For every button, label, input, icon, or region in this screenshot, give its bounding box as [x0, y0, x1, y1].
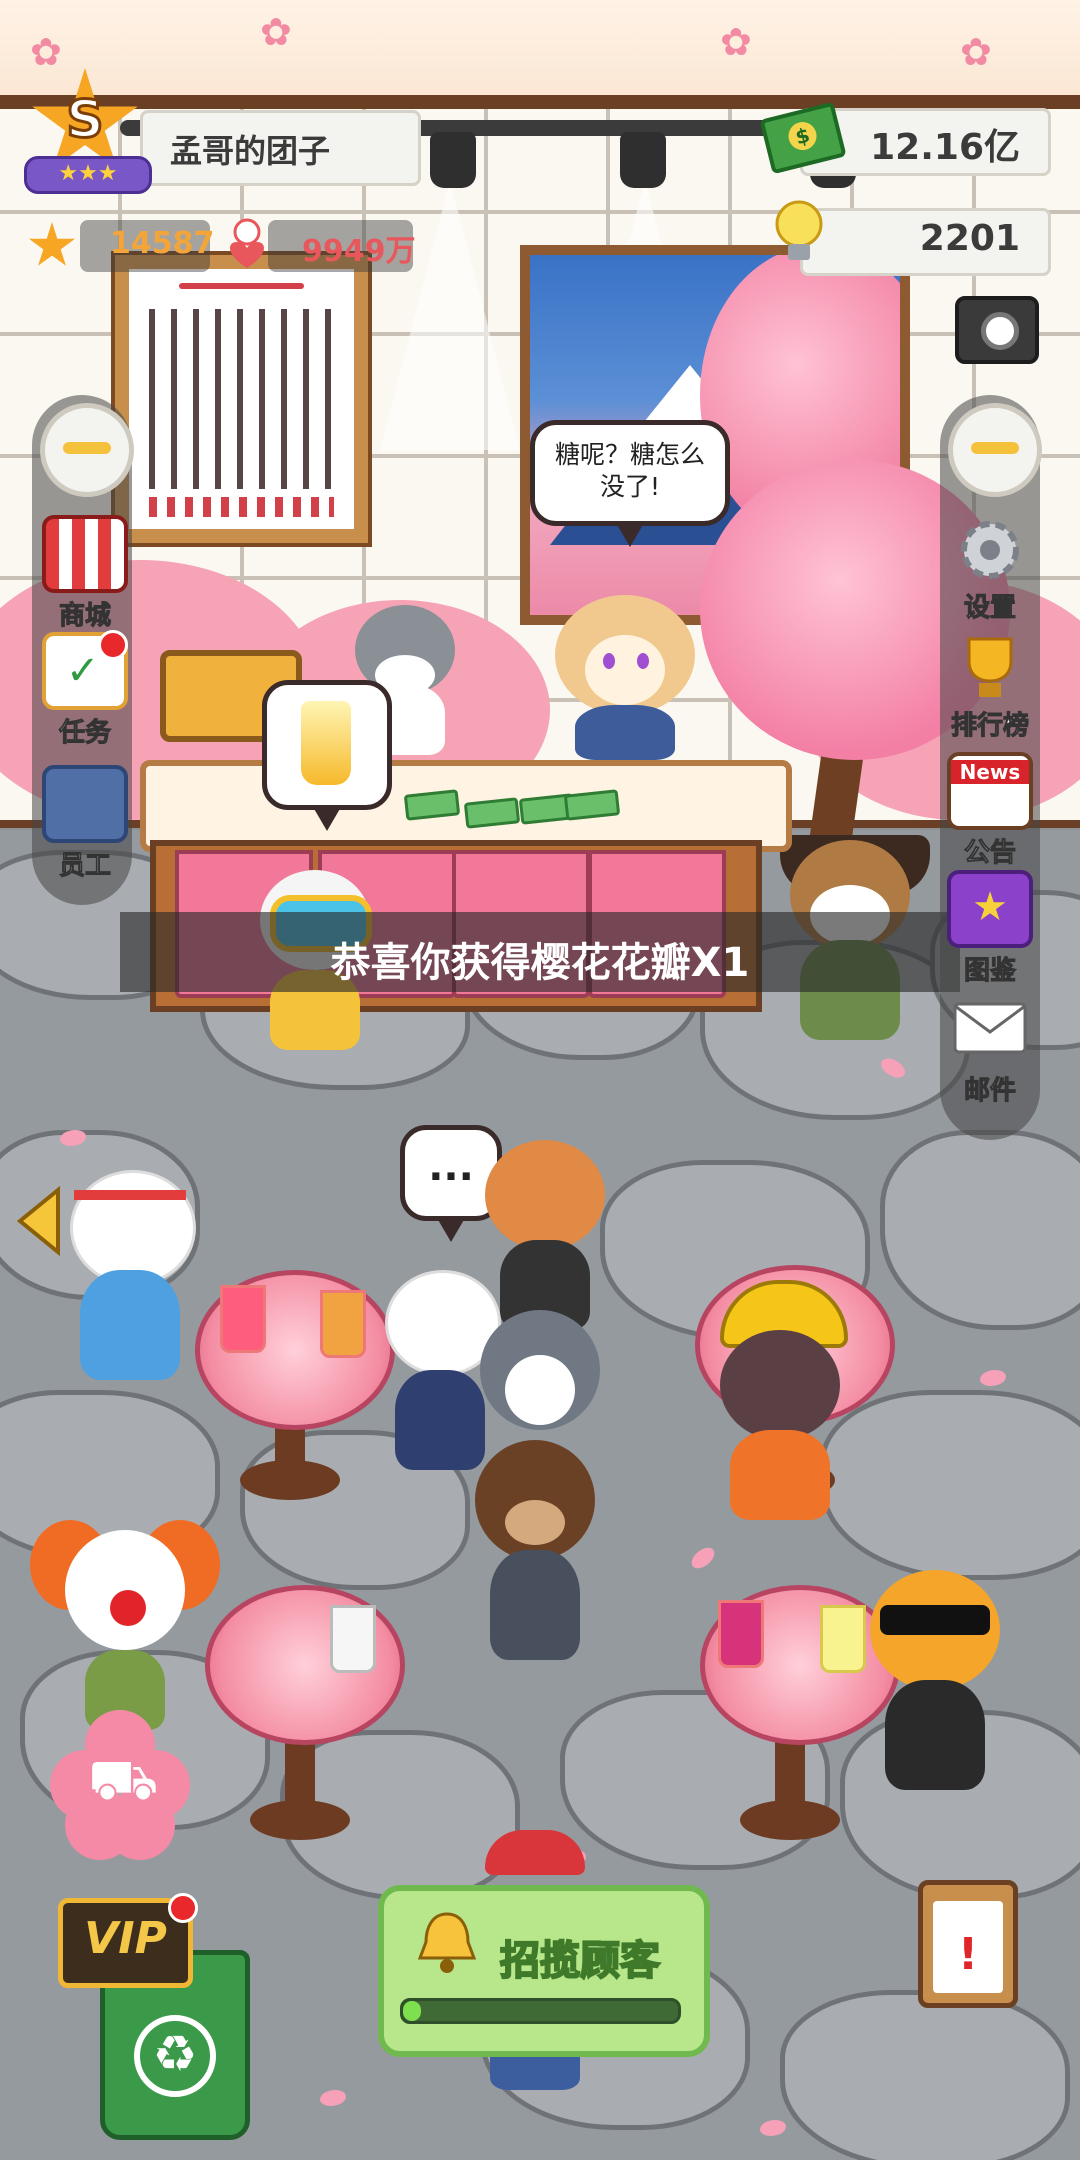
- customer-brown-bear[interactable]: [470, 1440, 600, 1670]
- menu-settings-label: 设置: [963, 593, 1016, 624]
- chef-shihtzu: [545, 595, 705, 760]
- right-collapse-button[interactable]: [948, 403, 1042, 497]
- menu-shop-label: 商城: [58, 601, 111, 632]
- album-icon: ★: [947, 870, 1033, 948]
- left-collapse-button[interactable]: [40, 403, 134, 497]
- trophy-icon: [951, 633, 1029, 703]
- gear-icon: [951, 515, 1029, 585]
- menu-settings[interactable]: 设置: [935, 515, 1045, 624]
- calligraphy-scroll: [115, 255, 368, 543]
- menu-notice[interactable]: News 公告: [935, 752, 1045, 869]
- news-icon-text: News: [951, 760, 1029, 784]
- customer-cheetah[interactable]: [860, 1570, 1010, 1810]
- berry-drink: [718, 1600, 764, 1668]
- menu-notice-label: 公告: [963, 838, 1016, 869]
- arrow-left-icon[interactable]: [14, 1185, 64, 1257]
- chef-speech-text: 糖呢？糖怎么没了!: [554, 440, 705, 501]
- cart-icon[interactable]: ⛟: [50, 1710, 190, 1860]
- order-bubble: [262, 680, 392, 831]
- vip-badge: [168, 1893, 198, 1923]
- menu-tasks-label: 任务: [58, 718, 111, 749]
- berry-drink: [220, 1285, 266, 1353]
- milk-drink: [330, 1605, 376, 1673]
- customer-clown[interactable]: [30, 1520, 220, 1740]
- rank-letter: S: [65, 89, 105, 152]
- blossom-icon: ✿: [720, 20, 752, 64]
- fans-heart-icon: [222, 218, 272, 272]
- menu-mail-label: 邮件: [963, 1076, 1016, 1107]
- vip-button[interactable]: VIP: [58, 1893, 198, 1988]
- ideas-value: 2201: [919, 218, 1020, 259]
- stars-value: 14587: [110, 226, 215, 261]
- lightbulb-icon: [770, 198, 828, 268]
- table-base: [250, 1800, 350, 1840]
- camera-icon[interactable]: [955, 296, 1039, 364]
- menu-staff-label: 员工: [58, 851, 111, 882]
- spotlight: [620, 132, 666, 188]
- cash-value: 12.16亿: [870, 127, 1020, 168]
- shop-rank-badge[interactable]: S ★★★: [24, 68, 152, 194]
- reward-toast-text: 恭喜你获得樱花花瓣X1: [330, 940, 750, 986]
- menu-tasks[interactable]: ✓ 任务: [30, 630, 140, 749]
- news-icon: News: [947, 752, 1033, 830]
- staff-vest-icon: [42, 765, 128, 843]
- customer-husky[interactable]: [470, 1310, 610, 1460]
- rank-stars-ribbon: ★★★: [24, 156, 152, 194]
- orange-drink: [320, 1290, 366, 1358]
- customer-polar-bear[interactable]: [60, 1170, 200, 1390]
- spotlight: [430, 132, 476, 188]
- clipboard-alert-icon[interactable]: !: [918, 1880, 1018, 2008]
- recruit-label: 招揽顾客: [499, 1937, 661, 1985]
- menu-mail[interactable]: 邮件: [935, 998, 1045, 1107]
- blossom-icon: ✿: [260, 10, 292, 54]
- tasks-badge: [98, 630, 128, 660]
- fans-value: 9949万: [302, 234, 416, 269]
- mango-drink-icon: [301, 701, 351, 785]
- mail-icon: [951, 998, 1029, 1068]
- menu-shop[interactable]: 商城: [30, 515, 140, 632]
- recruit-progress-track: [400, 1998, 681, 2024]
- recruit-progress-fill: [403, 2001, 421, 2021]
- customer-construction-dog[interactable]: [700, 1280, 860, 1530]
- shop-name: 孟哥的团子: [170, 132, 331, 170]
- menu-collection[interactable]: ★ 图鉴: [935, 870, 1045, 987]
- menu-ranking[interactable]: 排行榜: [935, 633, 1045, 742]
- bell-icon: [412, 1908, 482, 1978]
- shop-stall-icon: [42, 515, 128, 593]
- menu-collection-label: 图鉴: [963, 956, 1016, 987]
- menu-ranking-label: 排行榜: [950, 711, 1029, 742]
- blossom-icon: ✿: [960, 30, 992, 74]
- menu-staff[interactable]: 员工: [30, 765, 140, 882]
- table-base: [240, 1460, 340, 1500]
- chef-speech-bubble: 糖呢？糖怎么没了!: [530, 420, 730, 547]
- ceiling-beam: [0, 0, 1080, 109]
- table-base: [740, 1800, 840, 1840]
- task-calendar-icon: ✓: [42, 630, 128, 710]
